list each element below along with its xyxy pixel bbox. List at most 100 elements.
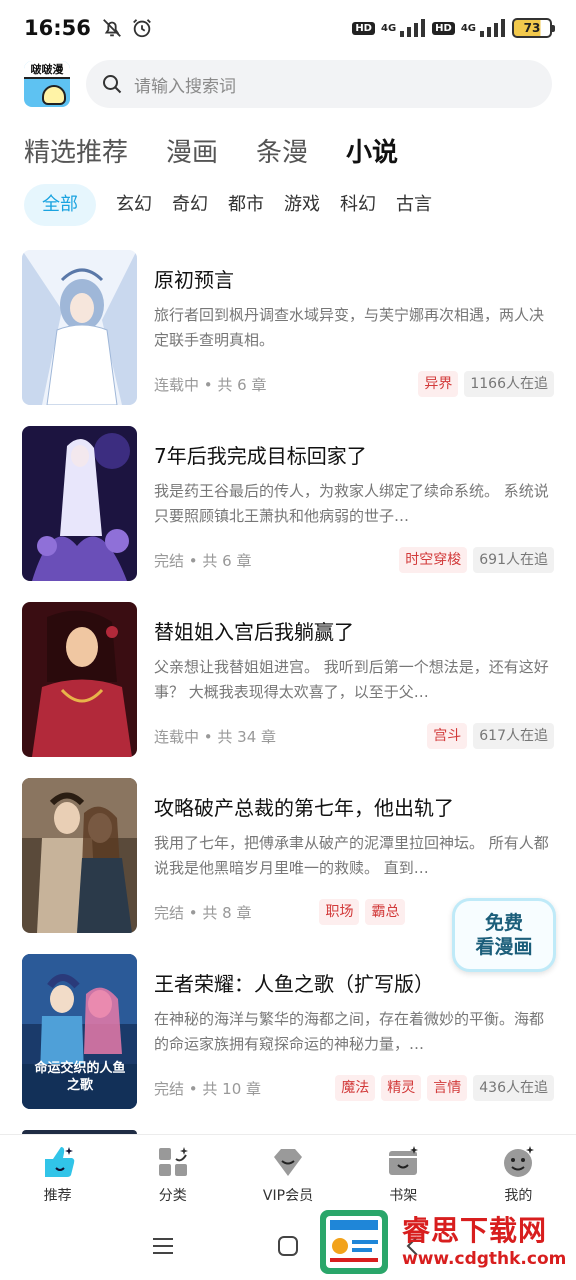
watermark-title: 睿思下载网 [402,1214,548,1247]
profile-icon [504,1146,535,1177]
free-comic-badge[interactable]: 免费 看漫画 [452,898,556,972]
tab-novels[interactable]: 小说 [346,132,399,169]
hd-badge: HD [432,21,455,35]
readers-count: 1166人在追 [464,371,554,397]
book-description: 在神秘的海洋与繁华的海都之间，存在着微妙的平衡。海都的命运家族拥有窥探命运的神秘… [154,1010,545,1053]
battery-icon: 73 [512,18,555,38]
book-description: 我用了七年，把傅承聿从破产的泥潭里拉回神坛。 所有人都说我是他黑暗岁月里唯一的救… [154,834,549,877]
menu-icon[interactable] [150,1233,176,1259]
list-item[interactable]: 替姐姐入宫后我躺赢了 父亲想让我替姐姐进宫。 我听到后第一个想法是，还有这好事？… [0,602,576,762]
genre-tag: 精灵 [381,1075,422,1101]
tab-comics[interactable]: 漫画 [166,132,218,169]
mute-bell-icon [102,19,121,37]
nav-bookshelf[interactable]: 书架 [346,1135,461,1212]
search-icon [103,75,122,94]
book-tags: 职场 霸总 [319,899,406,925]
watermark-url: www.cdgthk.com [402,1249,567,1269]
alarm-icon [132,19,151,38]
tab-strip-comics[interactable]: 条漫 [256,132,308,169]
hd-badge: HD [352,21,375,35]
genre-tag: 职场 [319,899,360,925]
cover-illustration [22,250,137,405]
genre-filter: 全部 玄幻 奇幻 都市 游戏 科幻 古言 [24,184,432,226]
cover-illustration [22,778,137,933]
book-title[interactable]: 替姐姐入宫后我躺赢了 [154,616,554,645]
book-description: 我是药王谷最后的传人，为救家人绑定了续命系统。 系统说只要照顾镇北王萧执和他病弱… [154,482,549,525]
search-placeholder: 请输入搜索词 [134,76,236,97]
book-info: 原初预言 旅行者回到枫丹调查水域异变，与芙宁娜再次相遇，两人决定联手查明真相。 [154,264,554,353]
search-header: 啵啵漫 请输入搜索词 [0,56,576,112]
status-time: 16:56 [24,16,91,40]
nav-category[interactable]: 分类 [115,1135,230,1212]
book-tags: 时空穿梭 691人在追 [399,547,554,573]
status-notification-icons [101,17,153,39]
book-status: 完结 • 共 10 章 [154,1079,262,1098]
book-description: 旅行者回到枫丹调查水域异变，与芙宁娜再次相遇，两人决定联手查明真相。 [154,306,545,349]
book-cover[interactable] [22,778,137,933]
site-watermark: 睿思下载网 www.cdgthk.com [318,1204,576,1280]
genre-tag: 霸总 [365,899,406,925]
watermark-logo-icon [320,1210,388,1274]
book-title[interactable]: 7年后我完成目标回家了 [154,440,554,469]
genre-tag: 时空穿梭 [399,547,468,573]
signal-icon [480,19,505,37]
free-badge-line1: 免费 [484,912,523,934]
genre-chip-ancient-romance[interactable]: 古言 [396,184,432,226]
battery-level: 73 [523,21,541,35]
genre-chip-fantasy[interactable]: 奇幻 [172,184,208,226]
genre-tag: 魔法 [335,1075,376,1101]
book-cover[interactable]: 命运交织的人鱼之歌 [22,954,137,1109]
genre-chip-xuanhuan[interactable]: 玄幻 [116,184,152,226]
cover-illustration [22,602,137,757]
book-cover[interactable] [22,250,137,405]
book-status: 完结 • 共 8 章 [154,903,252,922]
list-item[interactable]: 7年后我完成目标回家了 我是药王谷最后的传人，为救家人绑定了续命系统。 系统说只… [0,426,576,586]
logo-text: 啵啵漫 [24,61,70,79]
book-meta: 连载中 • 共 34 章 宫斗 617人在追 [154,722,554,750]
signal-icon [400,19,426,37]
book-description: 父亲想让我替姐姐进宫。 我听到后第一个想法是，还有这好事？ 大概我表现得太欢喜了… [154,658,549,701]
readers-count: 436人在追 [473,1075,554,1101]
genre-chip-all[interactable]: 全部 [24,184,96,226]
book-tags: 宫斗 617人在追 [427,723,554,749]
nav-recommend[interactable]: 推荐 [0,1135,115,1212]
readers-count: 617人在追 [473,723,554,749]
book-info: 7年后我完成目标回家了 我是药王谷最后的传人，为救家人绑定了续命系统。 系统说只… [154,440,554,529]
tab-featured[interactable]: 精选推荐 [24,132,128,169]
search-input[interactable]: 请输入搜索词 [86,60,552,108]
home-icon[interactable] [275,1233,301,1259]
book-info: 王者荣耀：人鱼之歌（扩写版） 在神秘的海洋与繁华的海都之间，存在着微妙的平衡。海… [154,968,554,1057]
book-cover[interactable] [22,426,137,581]
book-cover[interactable] [22,602,137,757]
nav-label: 书架 [389,1188,418,1204]
status-right: HD 4G HD 4G 73 [352,18,555,38]
book-status: 完结 • 共 6 章 [154,551,252,570]
logo-mascot [42,85,66,105]
nav-label: 推荐 [43,1188,72,1204]
nav-label: 我的 [504,1188,533,1204]
book-meta: 完结 • 共 6 章 时空穿梭 691人在追 [154,546,554,574]
list-item[interactable]: 命运交织的人鱼之歌 王者荣耀：人鱼之歌（扩写版） 在神秘的海洋与繁华的海都之间，… [0,954,576,1114]
status-bar: 16:56 HD 4G HD 4G 73 [0,0,576,56]
genre-chip-scifi[interactable]: 科幻 [340,184,376,226]
book-info: 替姐姐入宫后我躺赢了 父亲想让我替姐姐进宫。 我听到后第一个想法是，还有这好事？… [154,616,554,705]
genre-tag: 异界 [418,371,459,397]
category-icon [158,1147,188,1176]
book-title[interactable]: 王者荣耀：人鱼之歌（扩写版） [154,968,554,997]
book-title[interactable]: 攻略破产总裁的第七年，他出轨了 [154,792,554,821]
book-meta: 完结 • 共 10 章 魔法 精灵 言情 436人在追 [154,1074,554,1102]
nav-profile[interactable]: 我的 [461,1135,576,1212]
bottom-nav: 推荐 分类 VIP会员 书架 我的 [0,1134,576,1212]
book-title[interactable]: 原初预言 [154,264,554,293]
app-logo[interactable]: 啵啵漫 [24,61,70,107]
nav-vip[interactable]: VIP会员 [230,1135,345,1212]
genre-chip-urban[interactable]: 都市 [228,184,264,226]
cover-title-art: 命运交织的人鱼之歌 [34,1061,126,1093]
watermark-text: 睿思下载网 www.cdgthk.com [402,1214,566,1270]
list-item[interactable]: 原初预言 旅行者回到枫丹调查水域异变，与芙宁娜再次相遇，两人决定联手查明真相。 … [0,250,576,410]
genre-chip-game[interactable]: 游戏 [284,184,320,226]
book-meta: 连载中 • 共 6 章 异界 1166人在追 [154,370,554,398]
vip-diamond-icon [274,1149,302,1176]
book-tags: 异界 1166人在追 [418,371,554,397]
bookshelf-icon [389,1146,419,1175]
